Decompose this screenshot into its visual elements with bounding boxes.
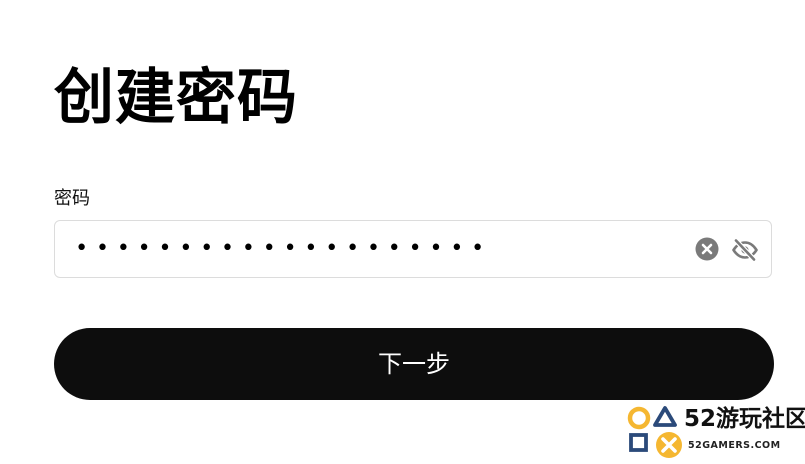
password-label: 密码 bbox=[54, 188, 90, 209]
watermark-logo-icon bbox=[627, 406, 682, 458]
watermark: 52游玩社区 52GAMERS.COM bbox=[626, 402, 805, 460]
clear-icon[interactable] bbox=[695, 237, 719, 261]
password-masked-value: •••••••••••••••••••• bbox=[75, 236, 492, 261]
watermark-title: 52游玩社区 bbox=[684, 406, 805, 432]
page-title: 创建密码 bbox=[54, 63, 298, 133]
eye-slash-icon[interactable] bbox=[731, 236, 759, 264]
watermark-subtitle: 52GAMERS.COM bbox=[688, 440, 781, 451]
password-input[interactable]: •••••••••••••••••••• bbox=[54, 220, 772, 278]
next-button[interactable]: 下一步 bbox=[54, 328, 774, 400]
